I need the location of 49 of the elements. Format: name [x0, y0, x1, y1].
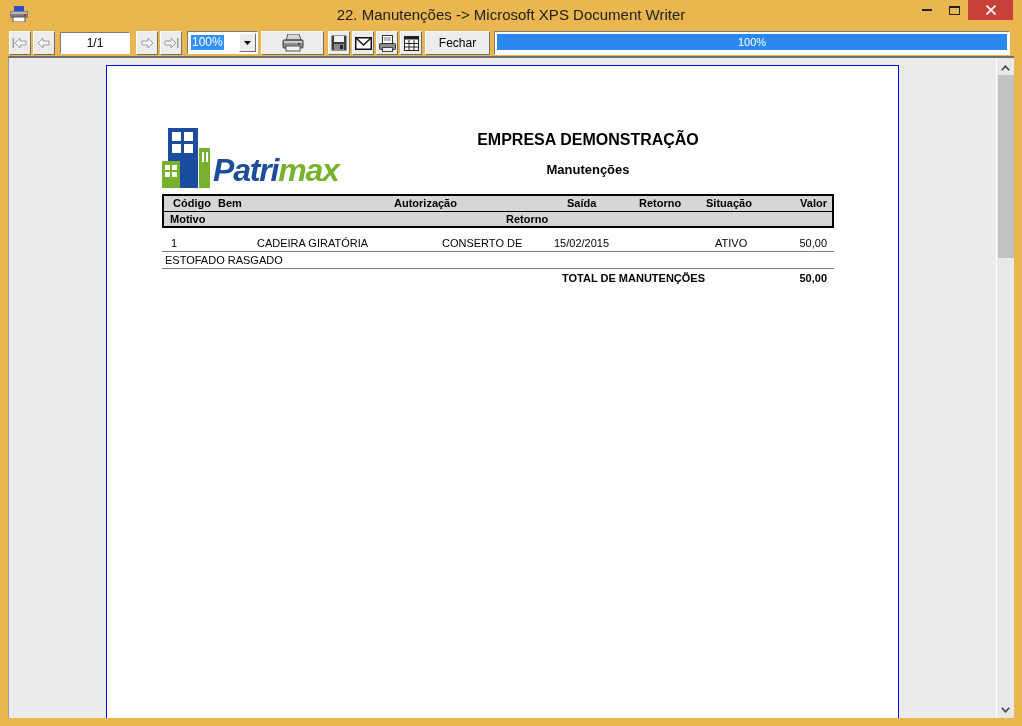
dropdown-button[interactable]: [239, 33, 256, 52]
print-button[interactable]: [261, 31, 324, 55]
table-cell: ATIVO: [715, 237, 748, 249]
column-header: Retorno: [639, 197, 682, 209]
column-header: Código: [173, 197, 211, 209]
save-button[interactable]: [328, 31, 350, 55]
email-button[interactable]: [352, 31, 374, 55]
scroll-up-icon[interactable]: [1001, 65, 1010, 71]
zoom-value: 100%: [191, 35, 224, 50]
arrow-left-icon: [36, 35, 52, 51]
table-cell: CONSERTO DE: [442, 237, 523, 249]
report-title: Manutenções: [546, 161, 630, 179]
maximize-icon: [949, 5, 960, 15]
logo-text: Patrimax: [213, 154, 339, 186]
column-header: Valor: [800, 197, 827, 209]
progress-reading: 100%: [737, 35, 767, 50]
table-cell: ESTOFADO RASGADO: [165, 254, 283, 266]
column-header: Autorização: [394, 197, 457, 209]
printer-icon[interactable]: [10, 6, 28, 22]
total-label: TOTAL DE MANUTENÇÕES: [562, 272, 705, 284]
page-field[interactable]: 1/1: [60, 32, 130, 54]
company-name: EMPRESA DEMONSTRAÇÃO: [477, 130, 699, 150]
buildings-logo-icon: [162, 128, 210, 188]
scrollbar-thumb[interactable]: [997, 75, 1014, 258]
close-report-button[interactable]: Fechar: [425, 31, 490, 55]
table-cell: 15/02/2015: [554, 237, 610, 249]
printer-icon: [281, 34, 304, 52]
scroll-down-icon[interactable]: [1001, 707, 1010, 713]
column-header: Motivo: [170, 213, 206, 225]
caret-icon: [244, 40, 251, 45]
export-button[interactable]: [376, 31, 398, 55]
table-cell: 50,00: [799, 237, 827, 249]
column-header: Bem: [218, 197, 242, 209]
minimize-icon: [922, 9, 932, 11]
envelope-icon: [354, 36, 372, 50]
column-header: Situação: [706, 197, 752, 209]
window-title: 22. Manutenções -> Microsoft XPS Document Writer: [336, 5, 686, 25]
close-icon: [985, 5, 996, 15]
column-header: Saída: [567, 197, 597, 209]
table-button[interactable]: [400, 31, 422, 55]
table-cell: CADEIRA GIRATÓRIA: [257, 237, 369, 249]
page-printer-icon: [378, 34, 396, 52]
arrow-right-icon: [139, 35, 155, 51]
last-page-icon: [163, 35, 179, 51]
first-page-icon: [12, 35, 28, 51]
table-icon: [403, 35, 419, 51]
table-cell: 1: [171, 237, 178, 249]
total-value: 50,00: [799, 272, 827, 284]
column-header: Retorno: [506, 213, 549, 225]
